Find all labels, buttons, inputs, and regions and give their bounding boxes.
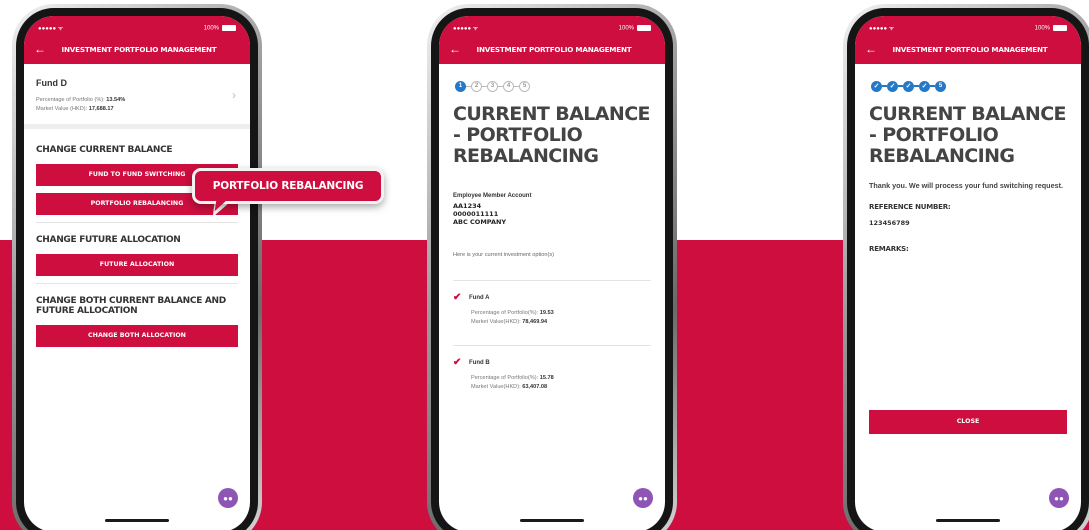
section-change-current-balance: CHANGE CURRENT BALANCE bbox=[36, 145, 173, 155]
checkbox-checked-icon[interactable]: ✔ bbox=[453, 358, 463, 368]
stage: ●●●●● ᯤ 100% ← INVESTMENT PORTFOLIO MANA… bbox=[0, 0, 1089, 530]
step-4: 4 bbox=[503, 80, 514, 92]
fund-a-label: Fund A bbox=[469, 295, 490, 301]
header-title: INVESTMENT PORTFOLIO MANAGEMENT bbox=[61, 44, 217, 54]
step-1: 1 bbox=[455, 80, 466, 92]
signal-indicator: ●●●●● ᯤ bbox=[38, 26, 64, 32]
fund-b-row[interactable]: ✔ Fund B bbox=[439, 358, 665, 368]
mv-label: Market Value (HKD): bbox=[36, 106, 88, 112]
reference-number-label: REFERENCE NUMBER: bbox=[869, 203, 951, 211]
fund-b-label: Fund B bbox=[469, 360, 490, 366]
chevron-right-icon: › bbox=[232, 88, 236, 102]
header-title: INVESTMENT PORTFOLIO MANAGEMENT bbox=[892, 44, 1048, 54]
fund-a-market-value: Market Value(HKD): 78,469.94 bbox=[439, 318, 665, 327]
mv-value: 78,469.94 bbox=[522, 319, 548, 325]
signal-indicator: ●●●●● ᯤ bbox=[453, 26, 479, 32]
step-1-complete-check-icon: ✓ bbox=[871, 80, 882, 92]
pct-label: Percentage of Portfolio (%): bbox=[36, 97, 105, 103]
phone-2: ●●●●● ᯤ 100% ← INVESTMENT PORTFOLIO MANA… bbox=[427, 4, 677, 530]
status-bar: ●●●●● ᯤ 100% bbox=[439, 16, 665, 34]
phone-1: ●●●●● ᯤ 100% ← INVESTMENT PORTFOLIO MANA… bbox=[12, 4, 262, 530]
fund-a-row[interactable]: ✔ Fund A bbox=[439, 293, 665, 303]
step-5: 5 bbox=[935, 80, 946, 92]
mv-label: Market Value(HKD): bbox=[471, 319, 521, 325]
battery-percent: 100% bbox=[618, 25, 634, 32]
company-name: ABC COMPANY bbox=[453, 218, 507, 226]
app-header: ← INVESTMENT PORTFOLIO MANAGEMENT bbox=[855, 34, 1081, 64]
app-header: ← INVESTMENT PORTFOLIO MANAGEMENT bbox=[24, 34, 250, 64]
fund-a-percentage: Percentage of Portfolio(%): 19.53 bbox=[439, 309, 665, 318]
fund-name: Fund D bbox=[36, 78, 67, 88]
pct-label: Percentage of Portfolio(%): bbox=[471, 375, 539, 381]
mv-value: 63,407.08 bbox=[522, 384, 548, 390]
close-button[interactable]: CLOSE bbox=[869, 410, 1067, 434]
battery-icon bbox=[222, 24, 236, 31]
future-allocation-button[interactable]: FUTURE ALLOCATION bbox=[36, 254, 238, 276]
home-indicator bbox=[520, 519, 584, 522]
app-header: ← INVESTMENT PORTFOLIO MANAGEMENT bbox=[439, 34, 665, 64]
home-indicator bbox=[936, 519, 1000, 522]
reference-number-value: 123456789 bbox=[869, 219, 910, 227]
fund-percentage-line: Percentage of Portfolio (%): 13.54% bbox=[36, 96, 238, 105]
screen-3: ●●●●● ᯤ 100% ← INVESTMENT PORTFOLIO MANA… bbox=[855, 16, 1081, 530]
home-indicator bbox=[105, 519, 169, 522]
fund-d-card[interactable]: Fund D Percentage of Portfolio (%): 13.5… bbox=[24, 64, 250, 129]
battery-icon bbox=[1053, 24, 1067, 31]
section-change-both: CHANGE BOTH CURRENT BALANCE AND FUTURE A… bbox=[36, 296, 226, 316]
chat-icon[interactable]: ●● bbox=[1049, 488, 1069, 508]
fund-b-percentage: Percentage of Portfolio(%): 15.78 bbox=[439, 374, 665, 383]
account-label: Employee Member Account bbox=[453, 193, 532, 199]
pct-value: 13.54% bbox=[106, 97, 126, 103]
step-2: 2 bbox=[471, 80, 482, 92]
step-indicator: 1 2 3 4 5 bbox=[439, 64, 665, 94]
screen-1: ●●●●● ᯤ 100% ← INVESTMENT PORTFOLIO MANA… bbox=[24, 16, 250, 530]
page-title: CURRENT BALANCE - PORTFOLIO REBALANCING bbox=[453, 103, 651, 167]
change-both-allocation-button[interactable]: CHANGE BOTH ALLOCATION bbox=[36, 325, 238, 347]
signal-indicator: ●●●●● ᯤ bbox=[869, 26, 895, 32]
mv-label: Market Value(HKD): bbox=[471, 384, 521, 390]
checkbox-checked-icon[interactable]: ✔ bbox=[453, 293, 463, 303]
status-bar: ●●●●● ᯤ 100% bbox=[855, 16, 1081, 34]
fund-b-market-value: Market Value(HKD): 63,407.08 bbox=[439, 383, 665, 392]
step-3: 3 bbox=[487, 80, 498, 92]
page-title: CURRENT BALANCE - PORTFOLIO REBALANCING bbox=[869, 103, 1067, 167]
screen-2: ●●●●● ᯤ 100% ← INVESTMENT PORTFOLIO MANA… bbox=[439, 16, 665, 530]
divider bbox=[36, 283, 238, 284]
chat-icon[interactable]: ●● bbox=[633, 488, 653, 508]
section-change-future-allocation: CHANGE FUTURE ALLOCATION bbox=[36, 235, 181, 245]
back-arrow-icon[interactable]: ← bbox=[449, 42, 467, 56]
account-id: AA1234 bbox=[453, 202, 482, 210]
back-arrow-icon[interactable]: ← bbox=[34, 42, 52, 56]
step-5: 5 bbox=[519, 80, 530, 92]
battery-icon bbox=[637, 24, 651, 31]
pct-label: Percentage of Portfolio(%): bbox=[471, 310, 539, 316]
pct-value: 15.78 bbox=[539, 375, 554, 381]
confirmation-message: Thank you. We will process your fund swi… bbox=[869, 181, 1063, 190]
step-2-complete-check-icon: ✓ bbox=[887, 80, 898, 92]
remarks-label: REMARKS: bbox=[869, 245, 909, 253]
mv-value: 17,688.17 bbox=[88, 106, 114, 112]
pct-value: 19.53 bbox=[539, 310, 554, 316]
phone-3: ●●●●● ᯤ 100% ← INVESTMENT PORTFOLIO MANA… bbox=[843, 4, 1089, 530]
header-title: INVESTMENT PORTFOLIO MANAGEMENT bbox=[476, 44, 632, 54]
back-arrow-icon[interactable]: ← bbox=[865, 42, 883, 56]
step-4-complete-check-icon: ✓ bbox=[919, 80, 930, 92]
divider bbox=[36, 222, 238, 223]
battery-percent: 100% bbox=[1034, 25, 1050, 32]
account-number: 0000011111 bbox=[453, 210, 499, 218]
step-3-complete-check-icon: ✓ bbox=[903, 80, 914, 92]
step-indicator: ✓ ✓ ✓ ✓ 5 bbox=[855, 64, 1081, 94]
status-bar: ●●●●● ᯤ 100% bbox=[24, 16, 250, 34]
chat-icon[interactable]: ●● bbox=[218, 488, 238, 508]
battery-percent: 100% bbox=[203, 25, 219, 32]
fund-market-value-line: Market Value (HKD): 17,688.17 bbox=[36, 105, 238, 114]
